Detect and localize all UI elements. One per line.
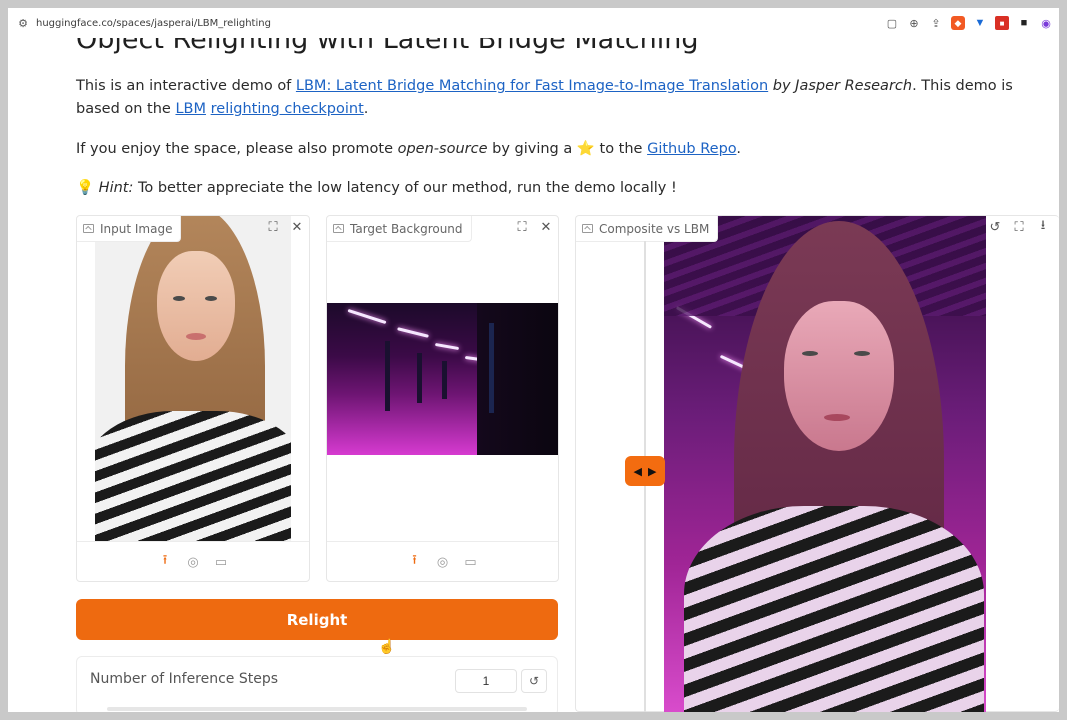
target-background-label-text: Target Background xyxy=(350,221,463,236)
close-icon[interactable]: ✕ xyxy=(289,219,305,235)
lips xyxy=(186,333,206,340)
pillar xyxy=(489,323,494,413)
lips xyxy=(824,414,850,421)
undo-icon[interactable]: ↺ xyxy=(987,219,1003,235)
vpn-icon[interactable]: ▼ xyxy=(973,16,987,30)
ceiling-light xyxy=(434,342,460,351)
webcam-icon[interactable]: ◎ xyxy=(185,554,201,570)
left-eye xyxy=(802,351,818,356)
clipboard-paste-icon[interactable]: ▭ xyxy=(213,554,229,570)
inference-steps-slider[interactable] xyxy=(107,707,527,711)
inference-steps-input[interactable]: 1 xyxy=(455,669,517,693)
ceiling-light xyxy=(347,308,387,325)
paper-link[interactable]: LBM: Latent Bridge Matching for Fast Ima… xyxy=(296,78,768,94)
face-shape xyxy=(784,301,894,451)
right-eye xyxy=(205,296,217,301)
ceiling-light xyxy=(397,327,429,338)
site-settings-icon[interactable]: ⚙ xyxy=(16,16,30,30)
upload-icon[interactable]: ⭱ xyxy=(157,552,173,570)
star-icon: ⭐ xyxy=(576,141,595,157)
fullscreen-icon[interactable]: ⛶ xyxy=(1011,219,1027,235)
intro-paragraph: This is an interactive demo of LBM: Late… xyxy=(76,75,1016,121)
chevron-left-icon: ◀ xyxy=(633,465,642,478)
fullscreen-icon[interactable]: ⛶ xyxy=(514,219,530,235)
promote-emphasis: open-source xyxy=(397,141,488,157)
brave-shield-icon[interactable]: ◆ xyxy=(951,16,965,30)
relight-button[interactable]: Relight xyxy=(76,599,558,640)
hint-label: Hint: xyxy=(98,180,134,196)
composite-label-text: Composite vs LBM xyxy=(599,221,710,236)
image-icon xyxy=(582,224,593,233)
right-eye xyxy=(854,351,870,356)
pillar xyxy=(442,361,447,399)
input-image-panel[interactable]: Input Image ⛶ ✕ ⭱ ◎ ▭ xyxy=(76,215,310,582)
share-icon[interactable]: ⇪ xyxy=(929,16,943,30)
input-portrait-image xyxy=(95,216,291,542)
lbm-link[interactable]: LBM xyxy=(175,101,206,117)
zoom-icon[interactable]: ⊕ xyxy=(907,16,921,30)
promote-text: If you enjoy the space, please also prom… xyxy=(76,141,398,157)
hand-cursor-icon: ☝ xyxy=(378,638,396,654)
target-background-label: Target Background xyxy=(327,216,472,242)
inference-steps-panel: Number of Inference Steps 1 ↺ xyxy=(76,656,558,712)
compare-slider-handle[interactable]: ◀ ▶ xyxy=(625,456,665,486)
promote-text-2: by giving a xyxy=(487,141,577,157)
intro-period: . xyxy=(363,101,369,117)
chevron-right-icon: ▶ xyxy=(648,465,657,478)
webcam-icon[interactable]: ◎ xyxy=(435,554,451,570)
input-image-label-text: Input Image xyxy=(100,221,173,236)
composite-label: Composite vs LBM xyxy=(576,216,719,242)
image-icon xyxy=(83,224,94,233)
image-icon xyxy=(333,224,344,233)
profile-icon[interactable]: ◉ xyxy=(1039,16,1053,30)
lightbulb-icon: 💡 xyxy=(76,180,95,196)
browser-toolbar: ▢ ⊕ ⇪ ◆ ▼ ■ ■ ◉ xyxy=(885,8,1053,38)
striped-shirt xyxy=(95,411,291,542)
striped-shirt xyxy=(684,506,984,712)
checkpoint-link[interactable]: relighting checkpoint xyxy=(211,101,364,117)
extension-icon[interactable]: ■ xyxy=(995,16,1009,30)
inference-steps-label: Number of Inference Steps xyxy=(90,671,279,687)
pillar xyxy=(385,341,390,411)
extension-puzzle-icon[interactable]: ■ xyxy=(1017,16,1031,30)
hint-text: To better appreciate the low latency of … xyxy=(133,180,677,196)
left-eye xyxy=(173,296,185,301)
face-shape xyxy=(157,251,235,361)
promote-period: . xyxy=(736,141,742,157)
reset-icon[interactable]: ↺ xyxy=(521,669,547,693)
upload-icon[interactable]: ⭱ xyxy=(407,552,423,570)
address-bar-overlay: ⚙ huggingface.co/spaces/jasperai/LBM_rel… xyxy=(8,8,1059,38)
target-background-tools: ⛶ ✕ xyxy=(514,219,554,235)
promote-paragraph: If you enjoy the space, please also prom… xyxy=(76,138,741,161)
url-text[interactable]: huggingface.co/spaces/jasperai/LBM_relig… xyxy=(36,18,271,29)
close-icon[interactable]: ✕ xyxy=(538,219,554,235)
browser-window: ⚙ huggingface.co/spaces/jasperai/LBM_rel… xyxy=(8,8,1059,712)
target-background-panel[interactable]: Target Background ⛶ ✕ ⭱ ◎ ▭ xyxy=(326,215,559,582)
pillar xyxy=(417,353,422,403)
intro-text: This is an interactive demo of xyxy=(76,78,296,94)
promote-text-3: to the xyxy=(594,141,648,157)
hint-paragraph: 💡 Hint: To better appreciate the low lat… xyxy=(76,177,677,200)
clipboard-paste-icon[interactable]: ▭ xyxy=(463,554,479,570)
github-repo-link[interactable]: Github Repo xyxy=(647,141,736,157)
target-source-row: ⭱ ◎ ▭ xyxy=(327,541,558,581)
intro-author: by Jasper Research xyxy=(768,78,913,94)
composite-tools: ↺ ⛶ ⭳ xyxy=(987,217,1051,235)
fullscreen-icon[interactable]: ⛶ xyxy=(265,219,281,235)
input-image-tools: ⛶ ✕ xyxy=(265,219,305,235)
subway-background-image xyxy=(327,303,558,455)
input-image-label: Input Image xyxy=(77,216,182,242)
download-icon[interactable]: ⭳ xyxy=(1035,217,1051,235)
relit-output-image xyxy=(664,216,986,712)
input-source-row: ⭱ ◎ ▭ xyxy=(77,541,309,581)
clipboard-icon[interactable]: ▢ xyxy=(885,16,899,30)
